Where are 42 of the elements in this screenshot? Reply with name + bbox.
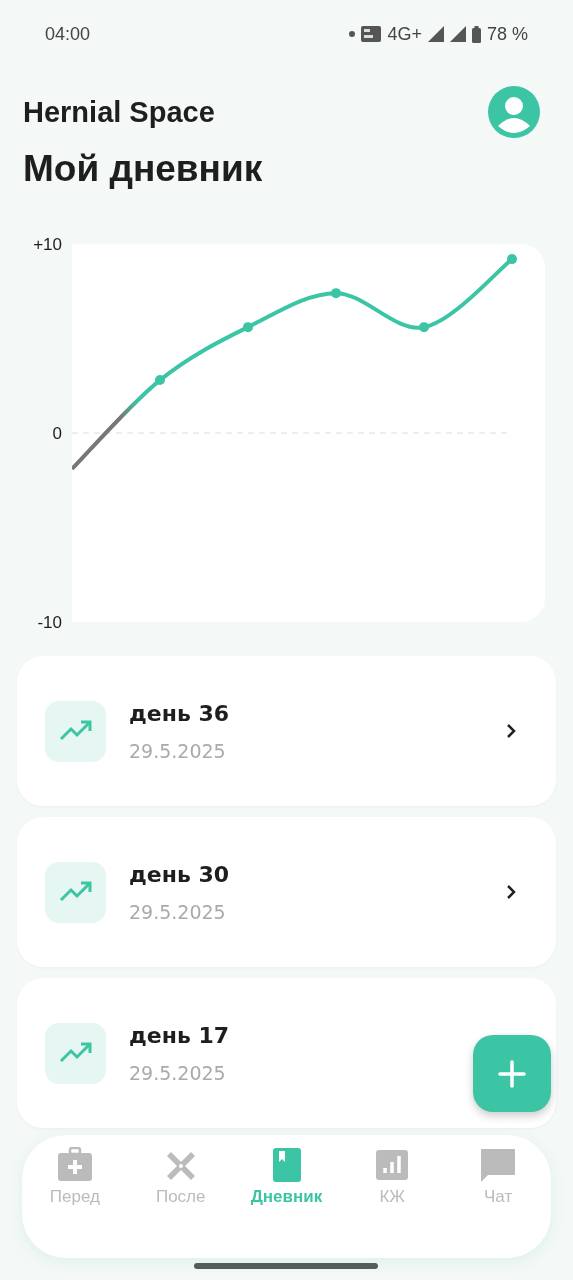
trend-up-icon	[45, 1022, 106, 1084]
diary-entry-card[interactable]: день 30 29.5.2025	[17, 817, 556, 967]
nav-tab[interactable]: После	[130, 1147, 231, 1207]
diary-entry-card[interactable]: день 36 29.5.2025	[17, 656, 556, 806]
data-point	[419, 322, 429, 333]
app-title: Hernial Space	[23, 95, 215, 129]
battery-icon	[471, 25, 481, 43]
entry-title: день 36	[129, 700, 231, 726]
network-type: 4G+	[387, 23, 422, 45]
volte-icon	[361, 26, 382, 42]
nav-tab[interactable]: Дневник	[236, 1147, 337, 1207]
notification-dot-icon	[349, 31, 356, 37]
medkit-icon	[55, 1147, 94, 1183]
y-axis-label: -10	[37, 613, 62, 633]
y-axis-label: +10	[33, 235, 62, 255]
entry-date: 29.5.2025	[129, 1061, 227, 1084]
chevron-right-icon	[506, 884, 516, 900]
data-point	[331, 288, 341, 299]
entry-date: 29.5.2025	[129, 739, 227, 762]
add-button[interactable]	[473, 1035, 551, 1112]
page-title: Мой дневник	[23, 148, 264, 190]
chat-icon	[479, 1147, 518, 1183]
entry-title: день 17	[129, 1022, 231, 1048]
battery-level: 78 %	[486, 23, 528, 45]
entry-date: 29.5.2025	[129, 900, 227, 923]
plus-icon	[497, 1058, 527, 1089]
chevron-right-icon	[506, 723, 516, 739]
y-axis-label: 0	[52, 424, 62, 444]
status-time: 04:00	[45, 23, 91, 45]
data-point	[243, 322, 253, 333]
nav-tab[interactable]: Чат	[448, 1147, 549, 1207]
data-point	[155, 375, 165, 386]
nav-tab[interactable]: Перед	[24, 1147, 125, 1207]
entry-title: день 30	[129, 861, 231, 887]
trend-up-icon	[45, 700, 106, 762]
trend-up-icon	[45, 861, 106, 923]
diary-entry-card[interactable]: день 17 29.5.2025	[17, 978, 556, 1128]
signal-icon	[449, 26, 466, 42]
data-point	[507, 254, 517, 265]
profile-icon[interactable]	[488, 86, 540, 138]
nav-tab[interactable]: КЖ	[342, 1147, 443, 1207]
signal-icon	[427, 26, 444, 42]
